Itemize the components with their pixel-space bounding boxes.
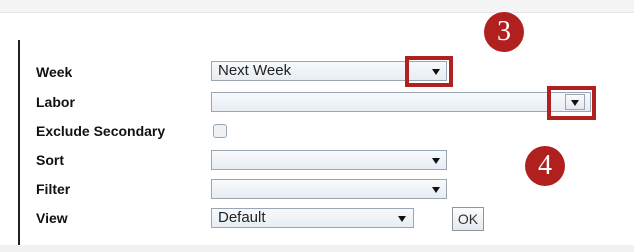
sort-select[interactable] <box>211 150 447 170</box>
week-select-value: Next Week <box>218 62 292 79</box>
exclude-secondary-checkbox[interactable] <box>213 124 227 138</box>
chevron-down-icon[interactable] <box>398 216 406 222</box>
ok-button[interactable]: OK <box>452 207 484 231</box>
chevron-down-icon[interactable] <box>432 158 440 164</box>
bottom-border <box>0 245 634 252</box>
view-label: View <box>36 210 68 226</box>
labor-label: Labor <box>36 94 75 110</box>
highlight-labor-dropdown <box>547 86 596 120</box>
labor-select[interactable] <box>211 92 591 112</box>
highlight-week-dropdown <box>405 56 453 87</box>
view-select-value: Default <box>218 209 266 226</box>
exclude-secondary-label: Exclude Secondary <box>36 123 166 139</box>
sort-label: Sort <box>36 152 64 168</box>
filter-label: Filter <box>36 181 71 197</box>
step-4-badge: 4 <box>525 146 565 186</box>
step-3-badge: 3 <box>484 12 524 52</box>
view-select[interactable]: Default <box>211 208 414 228</box>
top-border <box>0 0 634 13</box>
filter-select[interactable] <box>211 179 447 199</box>
chevron-down-icon[interactable] <box>432 187 440 193</box>
week-label: Week <box>36 64 73 80</box>
left-divider <box>18 40 20 252</box>
